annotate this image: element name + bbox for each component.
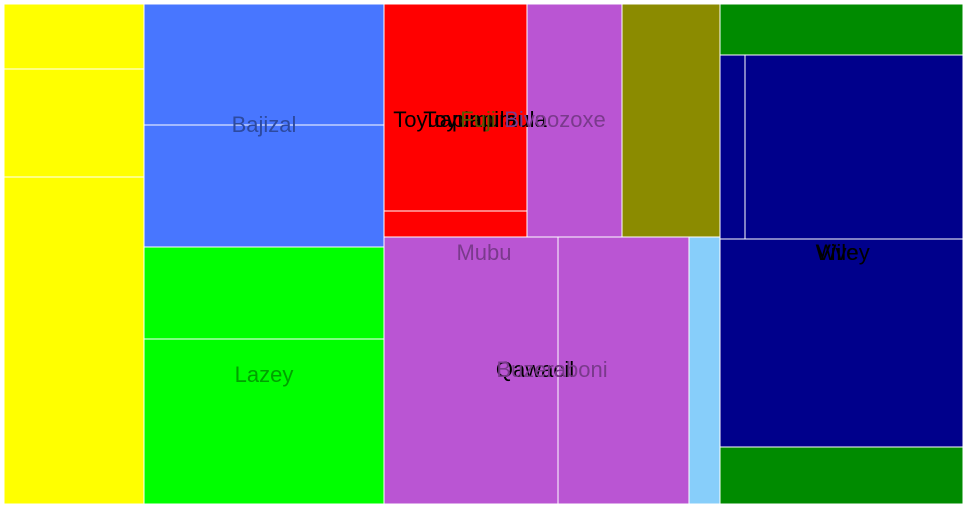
tile-vivey-1	[719, 54, 746, 240]
label-buzeraboni: Buzeraboni	[496, 357, 607, 382]
tile-wile-1	[719, 3, 964, 56]
tile-group-1-2	[3, 68, 145, 178]
tile-fuji-1	[621, 3, 721, 238]
tile-group-1-1	[3, 3, 145, 70]
tile-wile-2	[719, 446, 964, 505]
label-bajizal: Bajizal	[232, 112, 297, 137]
tile-vivey-3	[719, 238, 964, 448]
tile-vivey-2	[744, 54, 964, 240]
label-mubu: Mubu	[456, 240, 511, 265]
tile-group-1-3	[3, 176, 145, 505]
tile-bajizal-1	[143, 3, 385, 126]
label-vivey: Vivey	[816, 240, 869, 265]
tile-group-8-1	[688, 236, 721, 505]
tile-bajizal-2	[143, 124, 385, 248]
tile-lazey-1	[143, 246, 385, 340]
label-lazey: Lazey	[235, 362, 294, 387]
treemap-chart: BajizalLazeyToyuapimulaToyuapimulaBivooz…	[3, 3, 964, 505]
label-bivoozoxe: Bivoozoxe	[504, 107, 606, 132]
tile-toyuapimula-2	[383, 210, 528, 238]
label-fuji: Fuji	[460, 107, 495, 132]
